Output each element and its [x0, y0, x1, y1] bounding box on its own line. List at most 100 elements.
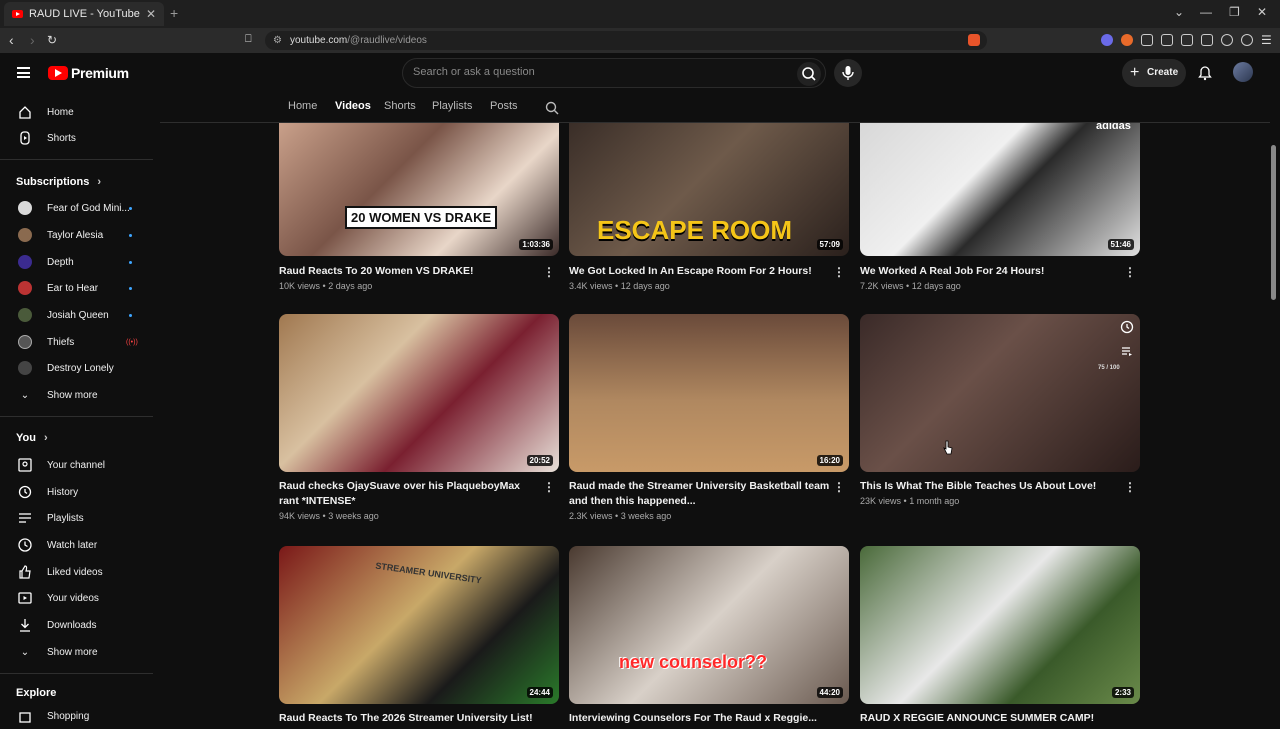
leo-icon[interactable] [1221, 34, 1233, 46]
more-actions-icon[interactable]: ⋮ [1124, 480, 1136, 494]
page-scrollbar[interactable] [1271, 145, 1276, 300]
video-title[interactable]: Raud Reacts To 20 Women VS DRAKE! [279, 264, 541, 279]
maximize-icon[interactable]: ❐ [1229, 5, 1240, 19]
video-title[interactable]: Raud checks OjaySuave over his Plaqueboy… [279, 479, 541, 509]
more-actions-icon[interactable]: ⋮ [543, 480, 555, 494]
you-heading[interactable]: You › [16, 432, 48, 444]
menu-icon[interactable]: ☰ [1261, 33, 1272, 47]
new-tab-button[interactable]: + [170, 5, 178, 21]
video-title[interactable]: We Got Locked In An Escape Room For 2 Ho… [569, 264, 831, 279]
tab-playlists[interactable]: Playlists [432, 100, 472, 112]
sidebar-item-your-videos[interactable]: Your videos [0, 585, 155, 611]
chevron-right-icon: › [97, 176, 102, 188]
sidebar-item-subscription[interactable]: Depth [0, 249, 155, 275]
more-actions-icon[interactable]: ⋮ [833, 480, 845, 494]
video-thumbnail[interactable]: ESCAPE ROOM 57:09 [569, 123, 849, 256]
tab-home[interactable]: Home [288, 100, 317, 112]
more-actions-icon[interactable]: ⋮ [1124, 265, 1136, 279]
subscriptions-heading-label: Subscriptions [16, 176, 90, 188]
video-thumbnail[interactable]: 2:33 [860, 546, 1140, 704]
video-title[interactable]: This Is What The Bible Teaches Us About … [860, 479, 1122, 494]
video-title[interactable]: RAUD X REGGIE ANNOUNCE SUMMER CAMP! [860, 711, 1122, 726]
sidebar-item-watch-later[interactable]: Watch later [0, 532, 155, 558]
watch-later-icon[interactable] [1120, 320, 1134, 334]
upload-age: 12 days ago [911, 281, 961, 291]
minimize-icon[interactable]: — [1200, 5, 1212, 19]
create-button[interactable]: + Create [1122, 59, 1186, 87]
account-avatar[interactable] [1233, 62, 1253, 82]
channel-icon [17, 457, 33, 473]
sidebar-item-subscription[interactable]: Ear to Hear [0, 275, 155, 301]
more-actions-icon[interactable]: ⋮ [833, 265, 845, 279]
you-show-more[interactable]: ⌄ Show more [0, 639, 155, 665]
search-box[interactable]: Search or ask a question [402, 58, 826, 88]
more-actions-icon[interactable]: ⋮ [543, 265, 555, 279]
forward-icon[interactable]: › [30, 32, 35, 48]
extension-icon[interactable] [1121, 34, 1133, 46]
video-thumbnail[interactable]: 20:52 [279, 314, 559, 472]
subscriptions-show-more[interactable]: ⌄ Show more [0, 382, 155, 408]
voice-search-button[interactable] [834, 59, 862, 87]
upload-age: 2 days ago [328, 281, 373, 291]
sidebar-item-subscription[interactable]: Josiah Queen [0, 302, 155, 328]
sidebar-item-label: Show more [47, 646, 98, 658]
video-thumbnail[interactable]: adidas 51:46 [860, 123, 1140, 256]
tab-videos[interactable]: Videos [335, 100, 371, 112]
explore-heading: Explore [16, 687, 56, 699]
back-icon[interactable]: ‹ [9, 32, 14, 48]
hamburger-menu-icon[interactable] [17, 67, 30, 78]
bookmark-icon[interactable]: ⎕ [245, 33, 252, 46]
sidebar-item-shorts[interactable]: Shorts [0, 125, 155, 151]
site-info-icon[interactable]: ⚙ [273, 31, 282, 50]
video-title[interactable]: Interviewing Counselors For The Raud x R… [569, 711, 831, 726]
extension-icon[interactable] [1101, 34, 1113, 46]
sidebar-item-subscription[interactable]: Destroy Lonely [0, 355, 155, 381]
tab-search-icon[interactable]: ⌄ [1174, 5, 1184, 19]
sidebar-item-subscription[interactable]: Thiefs ((•)) [0, 329, 155, 355]
sidebar-item-playlists[interactable]: Playlists [0, 505, 155, 531]
sidebar-item-your-channel[interactable]: Your channel [0, 452, 155, 478]
video-title[interactable]: Raud Reacts To The 2026 Streamer Univers… [279, 711, 541, 726]
sidebar-item-downloads[interactable]: Downloads [0, 612, 155, 638]
video-thumbnail[interactable]: 20 WOMEN VS DRAKE 1:03:36 [279, 123, 559, 256]
subscriptions-heading[interactable]: Subscriptions › [16, 176, 101, 188]
address-bar[interactable]: ⚙ youtube.com/@raudlive/videos [265, 31, 987, 50]
upload-age: 1 month ago [909, 496, 960, 506]
wallet-icon[interactable] [1201, 34, 1213, 46]
video-title[interactable]: We Worked A Real Job For 24 Hours! [860, 264, 1122, 279]
tab-close-icon[interactable]: ✕ [146, 7, 156, 21]
tab-shorts[interactable]: Shorts [384, 100, 416, 112]
microphone-icon [842, 66, 854, 80]
search-button[interactable] [797, 62, 821, 86]
video-thumbnail[interactable]: new counselor?? 44:20 [569, 546, 849, 704]
reload-icon[interactable]: ↻ [47, 33, 57, 47]
search-input[interactable]: Search or ask a question [413, 66, 535, 78]
tab-posts[interactable]: Posts [490, 100, 518, 112]
sidebar-item-subscription[interactable]: Taylor Alesia [0, 222, 155, 248]
sidebar-item-home[interactable]: Home [0, 99, 155, 125]
video-meta: 94K views • 3 weeks ago [279, 511, 379, 521]
vpn-icon[interactable] [1241, 34, 1253, 46]
downloads-icon[interactable] [1161, 34, 1173, 46]
sidebar-item-history[interactable]: History [0, 479, 155, 505]
channel-search-icon[interactable] [544, 100, 560, 116]
video-thumbnail[interactable]: 16:20 [569, 314, 849, 472]
youtube-logo[interactable]: Premium [48, 65, 129, 81]
sidebar-item-subscription[interactable]: Fear of God Mini... [0, 195, 155, 221]
sidebar-item-label: Depth [47, 256, 74, 268]
sidebar-item-shopping[interactable]: Shopping [0, 703, 155, 729]
notifications-bell-icon[interactable] [1197, 65, 1213, 81]
video-thumbnail[interactable]: 75 / 100 [860, 314, 1140, 472]
brave-shield-icon[interactable] [968, 34, 980, 46]
channel-avatar-icon [17, 280, 33, 296]
add-to-queue-icon[interactable] [1120, 344, 1134, 358]
extensions-puzzle-icon[interactable] [1141, 34, 1153, 46]
window-close-icon[interactable]: ✕ [1257, 5, 1267, 19]
sidebar-item-label: Destroy Lonely [47, 362, 114, 374]
video-thumbnail[interactable]: STREAMER UNIVERSITY 24:44 [279, 546, 559, 704]
video-title[interactable]: Raud made the Streamer University Basket… [569, 479, 831, 509]
sidebar-icon[interactable] [1181, 34, 1193, 46]
sidebar-item-liked-videos[interactable]: Liked videos [0, 559, 155, 585]
browser-tab[interactable]: RAUD LIVE - YouTube ✕ [4, 2, 164, 26]
home-icon [17, 104, 33, 120]
